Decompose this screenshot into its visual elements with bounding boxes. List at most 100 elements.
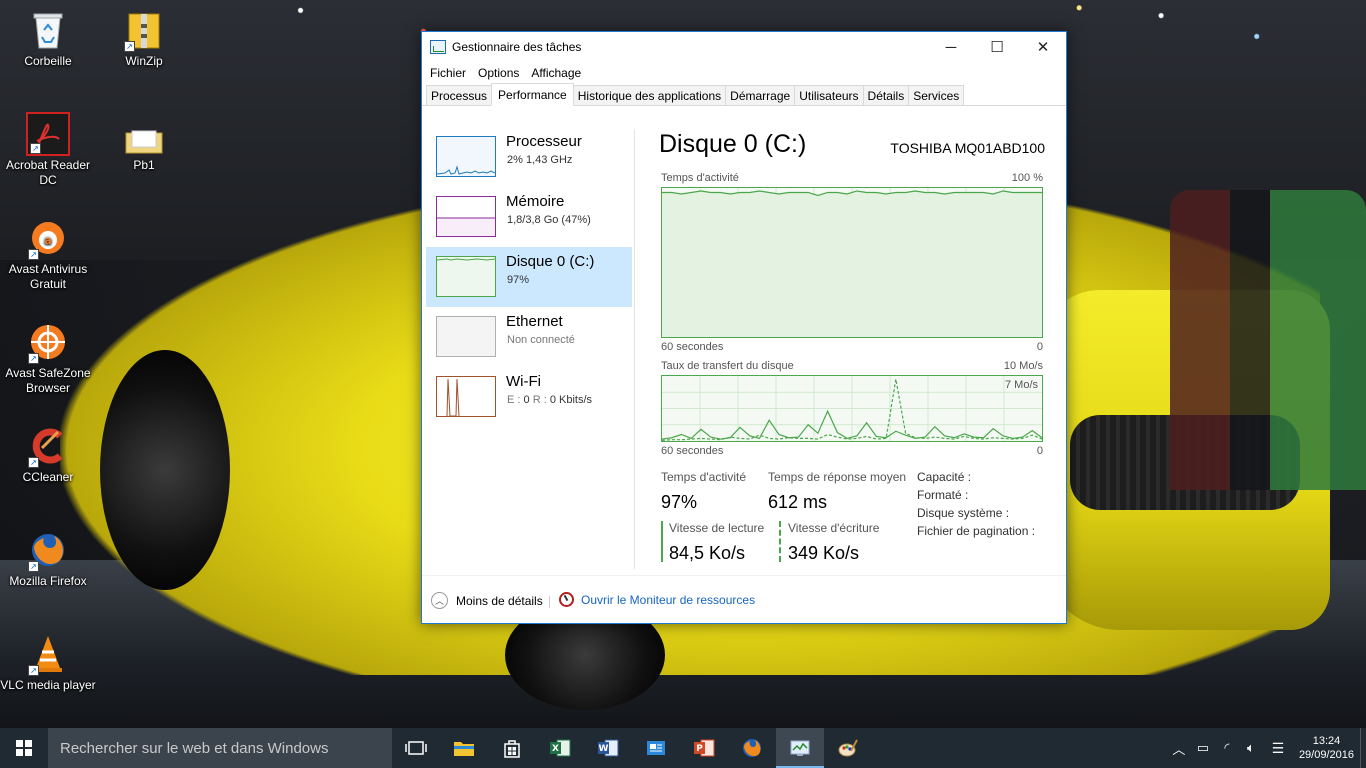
firefox-icon: ↗ [26, 528, 70, 572]
write-speed-bar [779, 521, 781, 562]
taskbar-word[interactable]: W [584, 728, 632, 768]
tab-details[interactable]: Détails [862, 85, 910, 105]
disque-thumbnail [436, 256, 496, 297]
transfer-graph-svg [662, 376, 1042, 441]
resource-item-wifi[interactable]: Wi-Fi E : 0 R : 0 Kbits/s [426, 367, 632, 427]
battery-icon[interactable]: ▭ [1191, 740, 1215, 756]
windows-logo-icon [16, 740, 32, 756]
wifi-send-label: E : [507, 394, 521, 406]
desktop-icon-ccleaner[interactable]: ↗ CCleaner [0, 424, 96, 485]
fewer-details-button[interactable]: ︿ Moins de détails [431, 592, 543, 609]
graph-activity-min: 0 [1036, 341, 1043, 353]
wifi-thumbnail [436, 376, 496, 417]
taskbar-store[interactable] [488, 728, 536, 768]
resource-sub: E : 0 R : 0 Kbits/s [507, 394, 592, 406]
menu-affichage[interactable]: Affichage [525, 66, 587, 80]
resource-sub: 97% [507, 274, 530, 286]
task-view-button[interactable] [392, 728, 440, 768]
show-desktop-button[interactable] [1360, 728, 1366, 768]
store-icon [504, 740, 520, 758]
fewer-details-label: Moins de détails [456, 593, 543, 608]
clock-time: 13:24 [1312, 735, 1341, 747]
transfer-graph: 7 Mo/s [661, 375, 1043, 442]
desktop-icon-label: CCleaner [22, 470, 74, 484]
activity-time-value: 97% [661, 492, 698, 512]
read-speed-bar [661, 521, 663, 562]
taskbar-powerpoint[interactable]: P [680, 728, 728, 768]
svg-text:W: W [599, 744, 609, 754]
graph-activity-max: 100 % [1011, 172, 1043, 184]
resource-item-processeur[interactable]: Processeur 2% 1,43 GHz [426, 127, 632, 187]
start-button[interactable] [0, 728, 48, 768]
acrobat-icon: ↗ [26, 112, 70, 156]
tab-demarrage[interactable]: Démarrage [725, 85, 796, 105]
taskbar: Rechercher sur le web et dans Windows X … [0, 728, 1366, 768]
write-speed-value: 349 Ko/s [788, 543, 860, 563]
taskbar-excel[interactable]: X [536, 728, 584, 768]
wallpaper-people [1170, 190, 1366, 490]
taskbar-paint[interactable] [824, 728, 872, 768]
resource-sub: Non connecté [507, 334, 575, 346]
tab-utilisateurs[interactable]: Utilisateurs [794, 85, 864, 105]
desktop-icon-label: Corbeille [24, 54, 72, 68]
resource-name: Mémoire [506, 193, 565, 210]
ccleaner-icon: ↗ [26, 424, 70, 468]
title-bar[interactable]: Gestionnaire des tâches ─ ☐ ✕ [422, 32, 1066, 62]
prop-pagefile: Fichier de pagination : [917, 524, 1036, 538]
taskbar-task-manager[interactable] [776, 728, 824, 768]
wifi-receive-value: 0 Kbits/s [549, 394, 593, 406]
tab-services[interactable]: Services [908, 85, 965, 105]
taskbar-publisher[interactable] [632, 728, 680, 768]
maximize-button[interactable]: ☐ [974, 32, 1020, 62]
menu-fichier[interactable]: Fichier [424, 66, 472, 80]
resource-item-disque[interactable]: Disque 0 (C:) 97% [426, 247, 632, 307]
taskbar-file-explorer[interactable] [440, 728, 488, 768]
response-time-label: Temps de réponse moyen [768, 470, 907, 484]
desktop-icon-winzip[interactable]: ↗ WinZip [96, 8, 192, 69]
resource-item-ethernet[interactable]: Ethernet Non connecté [426, 307, 632, 367]
action-center-icon[interactable]: ☰ [1263, 740, 1293, 757]
desktop-icon-firefox[interactable]: ↗ Mozilla Firefox [0, 528, 96, 589]
shortcut-arrow-icon: ↗ [30, 143, 41, 154]
graph-transfer-max: 10 Mo/s [1003, 360, 1043, 372]
desktop-icon-vlc[interactable]: ↗ VLC media player [0, 632, 96, 693]
shortcut-arrow-icon: ↗ [28, 457, 39, 468]
resource-item-memoire[interactable]: Mémoire 1,8/3,8 Go (47%) [426, 187, 632, 247]
desktop-icon-label: VLC media player [0, 678, 96, 692]
tab-processus[interactable]: Processus [426, 85, 493, 105]
menu-options[interactable]: Options [472, 66, 525, 80]
shortcut-arrow-icon: ↗ [28, 665, 39, 676]
memoire-thumbnail [436, 196, 496, 237]
window-footer: ︿ Moins de détails Ouvrir le Moniteur de… [422, 575, 1066, 623]
desktop-icon-avast[interactable]: a ↗ Avast Antivirus Gratuit [0, 216, 96, 292]
desktop-icon-safezone[interactable]: ↗ Avast SafeZone Browser [0, 320, 96, 396]
excel-icon: X [550, 739, 571, 757]
read-speed-value: 84,5 Ko/s [669, 543, 746, 563]
show-hidden-icons-chevron-up-icon[interactable]: ︿ [1167, 739, 1191, 758]
close-button[interactable]: ✕ [1020, 32, 1066, 62]
resource-monitor-link[interactable]: Ouvrir le Moniteur de ressources [559, 592, 755, 607]
svg-text:X: X [552, 744, 559, 754]
paint-icon [838, 739, 858, 757]
volume-icon[interactable]: 🔈︎ [1239, 740, 1263, 756]
taskbar-search-box[interactable]: Rechercher sur le web et dans Windows [48, 728, 392, 768]
tab-historique[interactable]: Historique des applications [572, 85, 727, 105]
menu-bar: Fichier Options Affichage [422, 62, 1066, 84]
chevron-up-icon: ︿ [431, 592, 448, 609]
wifi-icon[interactable]: ◜ [1215, 740, 1239, 756]
desktop-icon-pb1[interactable]: Pb1 [96, 128, 192, 173]
desktop-icon-acrobat[interactable]: ↗ Acrobat Reader DC [0, 112, 96, 188]
tab-bar: Processus Performance Historique des app… [422, 83, 1066, 106]
desktop-icon-recycle-bin[interactable]: Corbeille [0, 8, 96, 69]
graph-transfer-inner: 7 Mo/s [1004, 379, 1038, 391]
shortcut-arrow-icon: ↗ [124, 41, 135, 52]
activity-graph-svg [662, 188, 1042, 337]
taskbar-firefox[interactable] [728, 728, 776, 768]
tab-performance[interactable]: Performance [491, 83, 574, 106]
minimize-button[interactable]: ─ [928, 32, 974, 62]
prop-capacity: Capacité : [917, 470, 972, 484]
desktop-icon-label: Pb1 [133, 158, 155, 172]
wifi-send-value: 0 [523, 394, 530, 406]
footer-divider [549, 596, 550, 608]
taskbar-clock[interactable]: 13:24 29/09/2016 [1293, 734, 1360, 762]
